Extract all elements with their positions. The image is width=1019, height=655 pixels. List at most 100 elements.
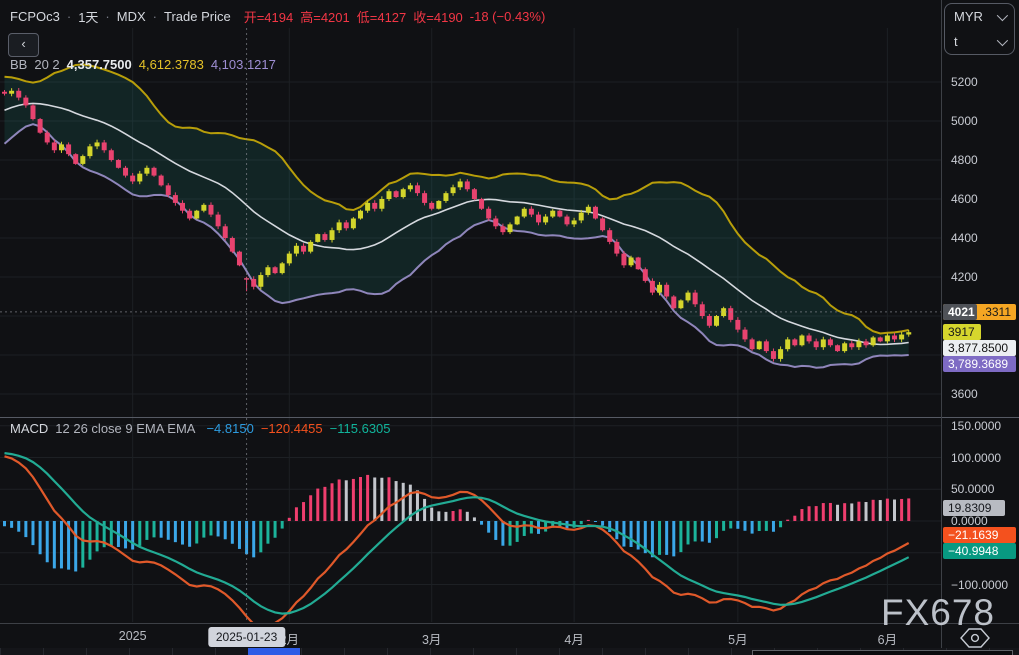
macd-histogram-bar: [751, 521, 754, 534]
candle: [394, 191, 399, 197]
candle: [451, 187, 456, 193]
candle: [194, 211, 199, 219]
fx678-logo-icon: [960, 628, 992, 648]
candle: [116, 160, 121, 168]
candle: [878, 337, 883, 341]
time-axis-border: [0, 623, 1019, 624]
candle: [828, 339, 833, 345]
separator: ·: [67, 9, 71, 24]
macd-histogram-bar: [138, 521, 141, 546]
candle: [600, 219, 605, 231]
macd-histogram-bar: [167, 521, 170, 540]
time-axis-label: 3月: [422, 629, 441, 648]
macd-histogram-bar: [352, 479, 355, 521]
candle: [180, 203, 185, 211]
candle: [379, 199, 384, 209]
symbol-name[interactable]: FCPOc3: [10, 9, 60, 24]
close-value: 收=4190: [413, 7, 463, 26]
candle: [251, 279, 256, 287]
time-axis-label: 4月: [564, 629, 583, 648]
candle: [750, 339, 755, 349]
candle: [821, 339, 826, 347]
candle: [522, 209, 527, 217]
macd-legend[interactable]: MACD 12 26 close 9 EMA EMA −4.8150 −120.…: [10, 421, 391, 436]
scrollbar-thumb[interactable]: [248, 648, 300, 655]
macd-histogram-bar: [786, 520, 789, 521]
pane-divider[interactable]: [0, 417, 1019, 418]
candle: [23, 98, 28, 106]
candle: [835, 345, 840, 351]
candle: [237, 252, 242, 266]
candle: [386, 191, 391, 199]
macd-histogram-bar: [701, 521, 704, 542]
macd-histogram-bar: [452, 511, 455, 521]
candle: [152, 168, 157, 176]
macd-histogram-bar: [679, 521, 682, 552]
macd-histogram-bar: [131, 521, 134, 550]
currency-dropdown[interactable]: MYR: [945, 4, 1014, 29]
candle: [95, 142, 100, 146]
currency-value: MYR: [954, 9, 983, 24]
candle: [109, 150, 114, 160]
macd-histogram-bar: [601, 521, 604, 526]
back-button[interactable]: ‹: [8, 33, 39, 57]
macd-signal-value: −115.6305: [330, 421, 391, 436]
chevron-down-icon: [997, 34, 1008, 45]
macd-histogram-bar: [24, 521, 27, 537]
candle: [678, 300, 683, 308]
candle: [693, 293, 698, 305]
bb-legend[interactable]: BB 20 2 4,357.7500 4,612.3783 4,103.1217: [10, 57, 276, 72]
macd-histogram-bar: [437, 511, 440, 521]
candle: [2, 92, 7, 94]
macd-histogram-bar: [736, 521, 739, 529]
price-tick-label: 4200: [951, 270, 978, 284]
candle: [515, 217, 520, 225]
candle: [486, 209, 491, 219]
candle: [308, 242, 313, 252]
candle: [508, 224, 513, 232]
macd-histogram-bar: [153, 521, 156, 537]
macd-histogram-bar: [224, 521, 227, 539]
candle: [657, 285, 662, 293]
candle: [472, 189, 477, 199]
macd-histogram-bar: [815, 506, 818, 521]
unit-dropdown[interactable]: t: [945, 29, 1014, 54]
macd-histogram-bar: [687, 521, 690, 544]
macd-histogram-bar: [836, 505, 839, 521]
candle: [650, 281, 655, 293]
symbol-header: FCPOc3 · 1天 · MDX · Trade Price 开=4194 高…: [10, 7, 545, 26]
timeframe[interactable]: 1天: [78, 7, 98, 26]
macd-histogram-bar: [345, 480, 348, 521]
candle: [536, 215, 541, 223]
candle: [778, 349, 783, 359]
candle: [479, 199, 484, 209]
unit-value: t: [954, 34, 958, 49]
candle: [728, 308, 733, 320]
macd-histogram-bar: [238, 521, 241, 549]
macd-histogram-bar: [694, 521, 697, 541]
macd-histogram-bar: [60, 521, 63, 568]
macd-line-value: −120.4455: [261, 421, 323, 436]
macd-histogram-bar: [494, 521, 497, 540]
candle: [707, 316, 712, 326]
candle: [792, 339, 797, 345]
candle: [557, 211, 562, 217]
candle: [344, 222, 349, 228]
macd-histogram-bar: [430, 508, 433, 521]
chart-canvas[interactable]: [0, 0, 1019, 648]
macd-name: MACD: [10, 421, 48, 436]
macd-histogram-bar: [459, 509, 462, 521]
macd-histogram-bar: [779, 521, 782, 527]
candle: [742, 330, 747, 340]
macd-histogram-bar: [366, 475, 369, 521]
bb-lower-value: 4,103.1217: [211, 57, 276, 72]
candle: [123, 168, 128, 176]
price-tick-label: 4600: [951, 192, 978, 206]
candle: [358, 211, 363, 219]
candle: [864, 341, 869, 345]
candle: [365, 203, 370, 211]
open-value: 开=4194: [244, 7, 294, 26]
macd-histogram-bar: [416, 490, 419, 521]
candle: [885, 336, 890, 342]
macd-histogram-bar: [202, 521, 205, 538]
